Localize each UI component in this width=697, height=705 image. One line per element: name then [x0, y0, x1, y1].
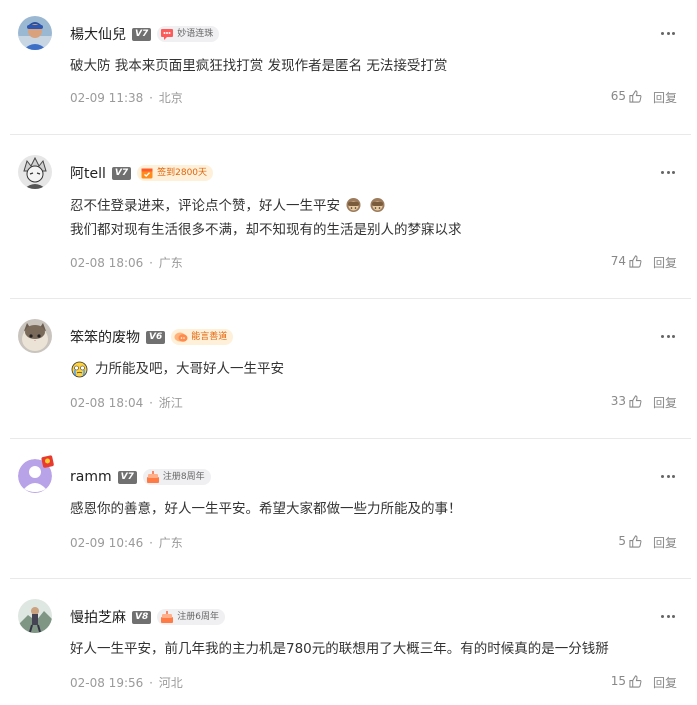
username[interactable]: 阿tell [70, 163, 106, 183]
comment-text: 感恩你的善意，好人一生平安。希望大家都做一些力所能及的事！ [70, 500, 670, 518]
red-packet-icon [40, 453, 56, 469]
comment-header: ramm V7 注册8周年 [70, 467, 211, 487]
comment-item: ramm V7 注册8周年 感恩你的善意，好人一生平安。希望大家都做一些力所能及… [10, 439, 691, 578]
comment-date: 02-09 11:38 [70, 91, 144, 105]
comment-header: 笨笨的废物 V6 能言善道 [70, 327, 234, 347]
comment-header: 阿tell V7 签到2800天 [70, 163, 214, 183]
comment-date: 02-08 18:04 [70, 396, 144, 410]
comment-text: 破大防 我本来页面里疯狂找打赏 发现作者是匿名 无法接受打赏 [70, 57, 670, 75]
honor-badge: 注册8周年 [142, 469, 211, 485]
comment-text: 好人一生平安，前几年我的主力机是780元的联想用了大概三年。有的时候真的是一分钱… [70, 640, 670, 658]
comment-line: 我们都对现有生活很多不满，却不知现有的生活是别人的梦寐以求 [70, 222, 462, 238]
level-badge: V7 [111, 166, 132, 180]
comment-item: 慢拍芝麻 V8 注册6周年 好人一生平安，前几年我的主力机是780元的联想用了大… [10, 579, 691, 705]
comment-location: 河北 [158, 676, 183, 690]
avatar[interactable] [18, 155, 52, 189]
speech-bubble-icon [173, 329, 189, 345]
cake-icon [159, 609, 175, 625]
comment-location: 广东 [158, 536, 183, 550]
avatar[interactable] [18, 319, 52, 353]
comment-text: 力所能及吧，大哥好人一生平安 [70, 360, 670, 378]
like-button[interactable]: 15 [594, 674, 642, 688]
username[interactable]: 笨笨的废物 [70, 327, 140, 347]
see-no-evil-monkey-emoji [345, 196, 362, 213]
thumbs-up-icon [629, 534, 642, 548]
badge-label: 签到2800天 [157, 168, 208, 178]
comment-meta: 02-09 10:46 · 广东 [70, 536, 183, 550]
more-dots-icon[interactable] [661, 328, 675, 344]
more-dots-icon[interactable] [661, 25, 675, 41]
comment-meta: 02-08 18:06 · 广东 [70, 256, 183, 270]
comment-line: 感恩你的善意，好人一生平安。希望大家都做一些力所能及的事！ [70, 501, 462, 517]
like-count: 74 [610, 254, 626, 268]
badge-label: 注册6周年 [177, 612, 219, 622]
cake-icon [145, 469, 161, 485]
honor-badge: 妙语连珠 [157, 26, 220, 42]
comment-line: 力所能及吧，大哥好人一生平安 [95, 361, 284, 377]
reply-button[interactable]: 回复 [653, 674, 677, 691]
like-count: 65 [610, 89, 626, 103]
like-button[interactable]: 5 [594, 534, 642, 548]
reply-button[interactable]: 回复 [653, 394, 677, 411]
comment-item: 楊大仙兒 V7 妙语连珠 破大防 我本来页面里疯狂找打赏 发现作者是匿名 无法接… [10, 0, 691, 134]
comment-line: 好人一生平安，前几年我的主力机是780元的联想用了大概三年。有的时候真的是一分钱… [70, 641, 609, 657]
avatar[interactable] [18, 455, 54, 493]
comment-text: 我们都对现有生活很多不满，却不知现有的生活是别人的梦寐以求 [70, 221, 670, 239]
comment-item: 阿tell V7 签到2800天 忍不住登录进来，评论点个赞，好人一生平安 我们… [10, 135, 691, 298]
reply-button[interactable]: 回复 [653, 254, 677, 271]
badge-label: 能言善道 [191, 332, 228, 342]
badge-label: 注册8周年 [162, 472, 205, 482]
like-button[interactable]: 65 [594, 89, 642, 103]
comment-header: 慢拍芝麻 V8 注册6周年 [70, 607, 225, 627]
like-count: 33 [610, 394, 626, 408]
badge-label: 妙语连珠 [177, 29, 214, 39]
avatar[interactable] [18, 599, 52, 633]
like-button[interactable]: 33 [594, 394, 642, 408]
username[interactable]: ramm [70, 469, 112, 485]
comment-location: 北京 [158, 91, 183, 105]
level-badge: V7 [132, 27, 152, 41]
level-badge: V7 [117, 470, 137, 484]
comment-date: 02-09 10:46 [70, 536, 144, 550]
thumbs-up-icon [629, 674, 642, 688]
thumbs-up-icon [629, 254, 642, 268]
reply-button[interactable]: 回复 [653, 534, 677, 551]
comment-location: 浙江 [158, 396, 183, 410]
comment-header: 楊大仙兒 V7 妙语连珠 [70, 24, 220, 44]
honor-badge: 签到2800天 [137, 165, 214, 181]
comment-line: 忍不住登录进来，评论点个赞，好人一生平安 [70, 198, 340, 214]
comment-location: 广东 [158, 256, 183, 270]
more-dots-icon[interactable] [661, 608, 675, 624]
comment-item: 笨笨的废物 V6 能言善道 力所能及吧，大哥好人一生平安 02-08 18:04… [10, 299, 691, 438]
level-badge: V8 [132, 610, 152, 624]
comment-meta: 02-08 19:56 · 河北 [70, 676, 183, 690]
speech-bubble-icon [159, 26, 175, 42]
reply-button[interactable]: 回复 [653, 89, 677, 106]
comment-date: 02-08 18:06 [70, 256, 144, 270]
like-count: 15 [610, 674, 626, 688]
like-count: 5 [618, 534, 626, 548]
see-no-evil-monkey-emoji [369, 196, 386, 213]
more-dots-icon[interactable] [661, 468, 675, 484]
comment-meta: 02-09 11:38 · 北京 [70, 91, 183, 105]
honor-badge: 能言善道 [171, 329, 234, 345]
honor-badge: 注册6周年 [157, 609, 225, 625]
comment-line: 破大防 我本来页面里疯狂找打赏 发现作者是匿名 无法接受打赏 [70, 58, 448, 74]
username[interactable]: 慢拍芝麻 [70, 607, 126, 627]
thumbs-up-icon [629, 89, 642, 103]
thumbs-up-icon [629, 394, 642, 408]
comment-date: 02-08 19:56 [70, 676, 144, 690]
more-dots-icon[interactable] [661, 164, 675, 180]
comment-meta: 02-08 18:04 · 浙江 [70, 396, 183, 410]
calendar-check-icon [139, 165, 155, 181]
like-button[interactable]: 74 [594, 254, 642, 268]
avatar[interactable] [18, 16, 52, 50]
comment-text: 忍不住登录进来，评论点个赞，好人一生平安 [70, 196, 670, 215]
username[interactable]: 楊大仙兒 [70, 24, 126, 44]
crying-face-emoji [71, 361, 88, 378]
level-badge: V6 [146, 330, 166, 344]
